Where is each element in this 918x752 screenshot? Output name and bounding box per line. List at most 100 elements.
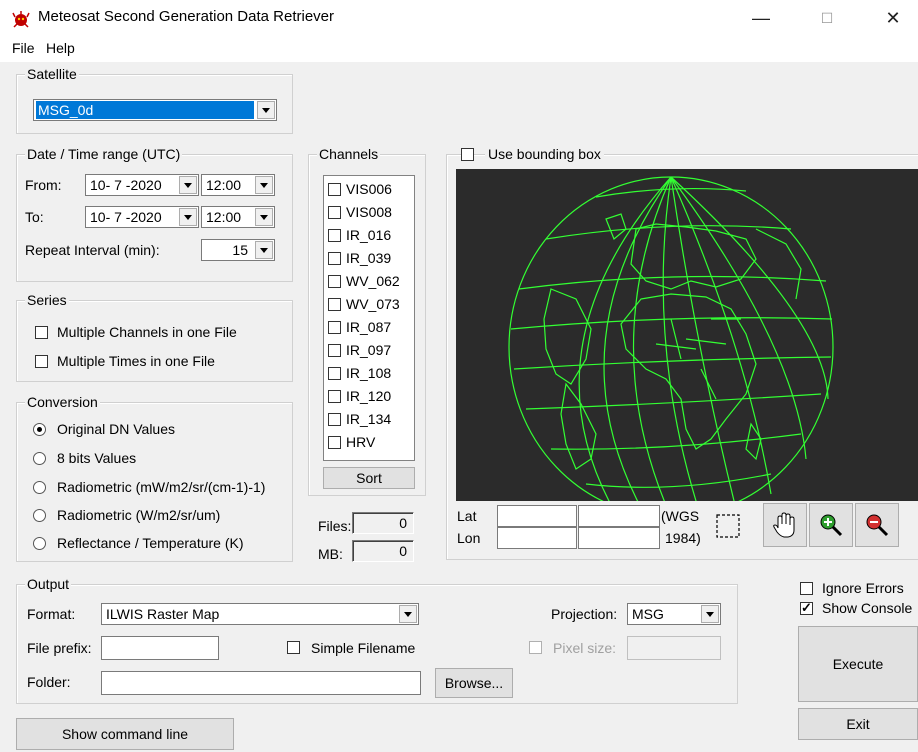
from-date-picker[interactable]: 10- 7 -2020 [85, 174, 199, 196]
title-bar: Meteosat Second Generation Data Retrieve… [0, 0, 918, 36]
to-time-value: 12:00 [206, 209, 242, 225]
lon-max-input[interactable] [578, 527, 660, 549]
channel-checkbox[interactable] [328, 367, 341, 380]
pan-tool-button[interactable] [763, 503, 807, 547]
lat-max-input[interactable] [578, 505, 660, 527]
radio-reflectance[interactable] [33, 537, 46, 550]
close-button[interactable]: ✕ [870, 2, 916, 34]
file-prefix-label: File prefix: [27, 640, 92, 656]
radio-8bits[interactable] [33, 452, 46, 465]
satellite-select[interactable]: MSG_0d [33, 99, 277, 121]
radio-radiometric-w[interactable] [33, 509, 46, 522]
execute-button[interactable]: Execute [798, 626, 918, 702]
folder-label: Folder: [27, 674, 71, 690]
select-rect-tool[interactable] [707, 505, 747, 547]
use-bbox-checkbox[interactable] [461, 148, 474, 161]
map-view[interactable] [456, 169, 918, 518]
repeat-interval-value: 15 [232, 242, 248, 258]
channel-checkbox[interactable] [328, 229, 341, 242]
multi-times-checkbox[interactable] [35, 355, 48, 368]
to-time-picker[interactable]: 12:00 [201, 206, 275, 228]
radio-radiometric-w-label: Radiometric (W/m2/sr/um) [57, 507, 221, 523]
zoom-out-button[interactable] [855, 503, 899, 547]
zoom-out-icon [866, 514, 889, 537]
channel-label: VIS006 [346, 181, 392, 197]
from-time-picker[interactable]: 12:00 [201, 174, 275, 196]
wgs-label-line2: 1984) [665, 530, 701, 546]
format-label: Format: [27, 606, 76, 622]
browse-button[interactable]: Browse... [435, 668, 513, 698]
pixel-size-checkbox[interactable] [529, 641, 542, 654]
menu-bar: File Help [0, 36, 918, 62]
files-count-value: 0 [399, 515, 407, 531]
maximize-button[interactable]: ☐ [804, 2, 850, 34]
menu-help[interactable]: Help [46, 40, 75, 56]
channel-checkbox[interactable] [328, 275, 341, 288]
repeat-interval-label: Repeat Interval (min): [25, 242, 160, 258]
sort-button[interactable]: Sort [323, 467, 415, 489]
channel-checkbox[interactable] [328, 206, 341, 219]
channel-checkbox[interactable] [328, 298, 341, 311]
show-console-checkbox[interactable] [800, 600, 813, 616]
channel-label: IR_120 [346, 388, 392, 404]
menu-file[interactable]: File [12, 40, 35, 56]
channel-checkbox[interactable] [328, 390, 341, 403]
mb-label: MB: [318, 546, 343, 562]
radio-radiometric-mw-label: Radiometric (mW/m2/sr/(cm-1)-1) [57, 479, 266, 495]
wgs-label-line1: (WGS [661, 508, 700, 524]
lon-label: Lon [457, 530, 481, 546]
lat-label: Lat [457, 508, 477, 524]
lat-min-input[interactable] [497, 505, 577, 527]
multi-times-label: Multiple Times in one File [57, 353, 215, 369]
app-icon [12, 11, 30, 28]
to-date-picker[interactable]: 10- 7 -2020 [85, 206, 199, 228]
radio-original-dn[interactable] [33, 423, 46, 436]
channel-checkbox[interactable] [328, 252, 341, 265]
channel-label: IR_134 [346, 411, 392, 427]
chevron-down-icon [399, 605, 417, 623]
format-select[interactable]: ILWIS Raster Map [101, 603, 419, 625]
pixel-size-label: Pixel size: [553, 640, 617, 656]
channel-checkbox[interactable] [328, 183, 341, 196]
channel-label: VIS008 [346, 204, 392, 220]
to-date-value: 10- 7 -2020 [90, 209, 162, 225]
use-bbox-label: Use bounding box [485, 145, 604, 163]
satellite-select-value: MSG_0d [36, 101, 254, 119]
minimize-button[interactable]: — [738, 2, 784, 34]
projection-select[interactable]: MSG [627, 603, 721, 625]
channel-checkbox[interactable] [328, 321, 341, 334]
files-count: 0 [352, 512, 414, 534]
datetime-group: Date / Time range (UTC) From: 10- 7 -202… [16, 145, 293, 282]
show-console-label: Show Console [822, 600, 913, 616]
chevron-down-icon [255, 208, 273, 226]
channel-label: WV_073 [346, 296, 400, 312]
channel-label: IR_108 [346, 365, 392, 381]
radio-reflectance-label: Reflectance / Temperature (K) [57, 535, 244, 551]
channel-checkbox[interactable] [328, 413, 341, 426]
chevron-down-icon [255, 176, 273, 194]
file-prefix-input[interactable] [101, 636, 219, 660]
radio-radiometric-mw[interactable] [33, 481, 46, 494]
channel-checkbox[interactable] [328, 436, 341, 449]
pixel-size-input[interactable] [627, 636, 721, 660]
pan-hand-icon [773, 512, 795, 538]
folder-input[interactable] [101, 671, 421, 695]
channel-checkbox[interactable] [328, 344, 341, 357]
show-command-line-button[interactable]: Show command line [16, 718, 234, 750]
zoom-in-button[interactable] [809, 503, 853, 547]
lon-min-input[interactable] [497, 527, 577, 549]
ignore-errors-checkbox[interactable] [800, 582, 813, 595]
exit-button[interactable]: Exit [798, 708, 918, 740]
files-label: Files: [318, 518, 352, 534]
conversion-group: Conversion Original DN Values 8 bits Val… [16, 393, 293, 562]
chevron-down-icon [701, 605, 719, 623]
multi-channels-checkbox[interactable] [35, 326, 48, 339]
channel-list: VIS006 VIS008 IR_016 IR_039 WV_062 WV_07… [323, 175, 415, 461]
repeat-interval-select[interactable]: 15 [201, 239, 275, 261]
multi-channels-label: Multiple Channels in one File [57, 324, 237, 340]
mb-count: 0 [352, 540, 414, 562]
from-time-value: 12:00 [206, 177, 242, 193]
format-select-value: ILWIS Raster Map [106, 606, 220, 622]
simple-filename-checkbox[interactable] [287, 641, 300, 654]
channel-label: IR_097 [346, 342, 392, 358]
